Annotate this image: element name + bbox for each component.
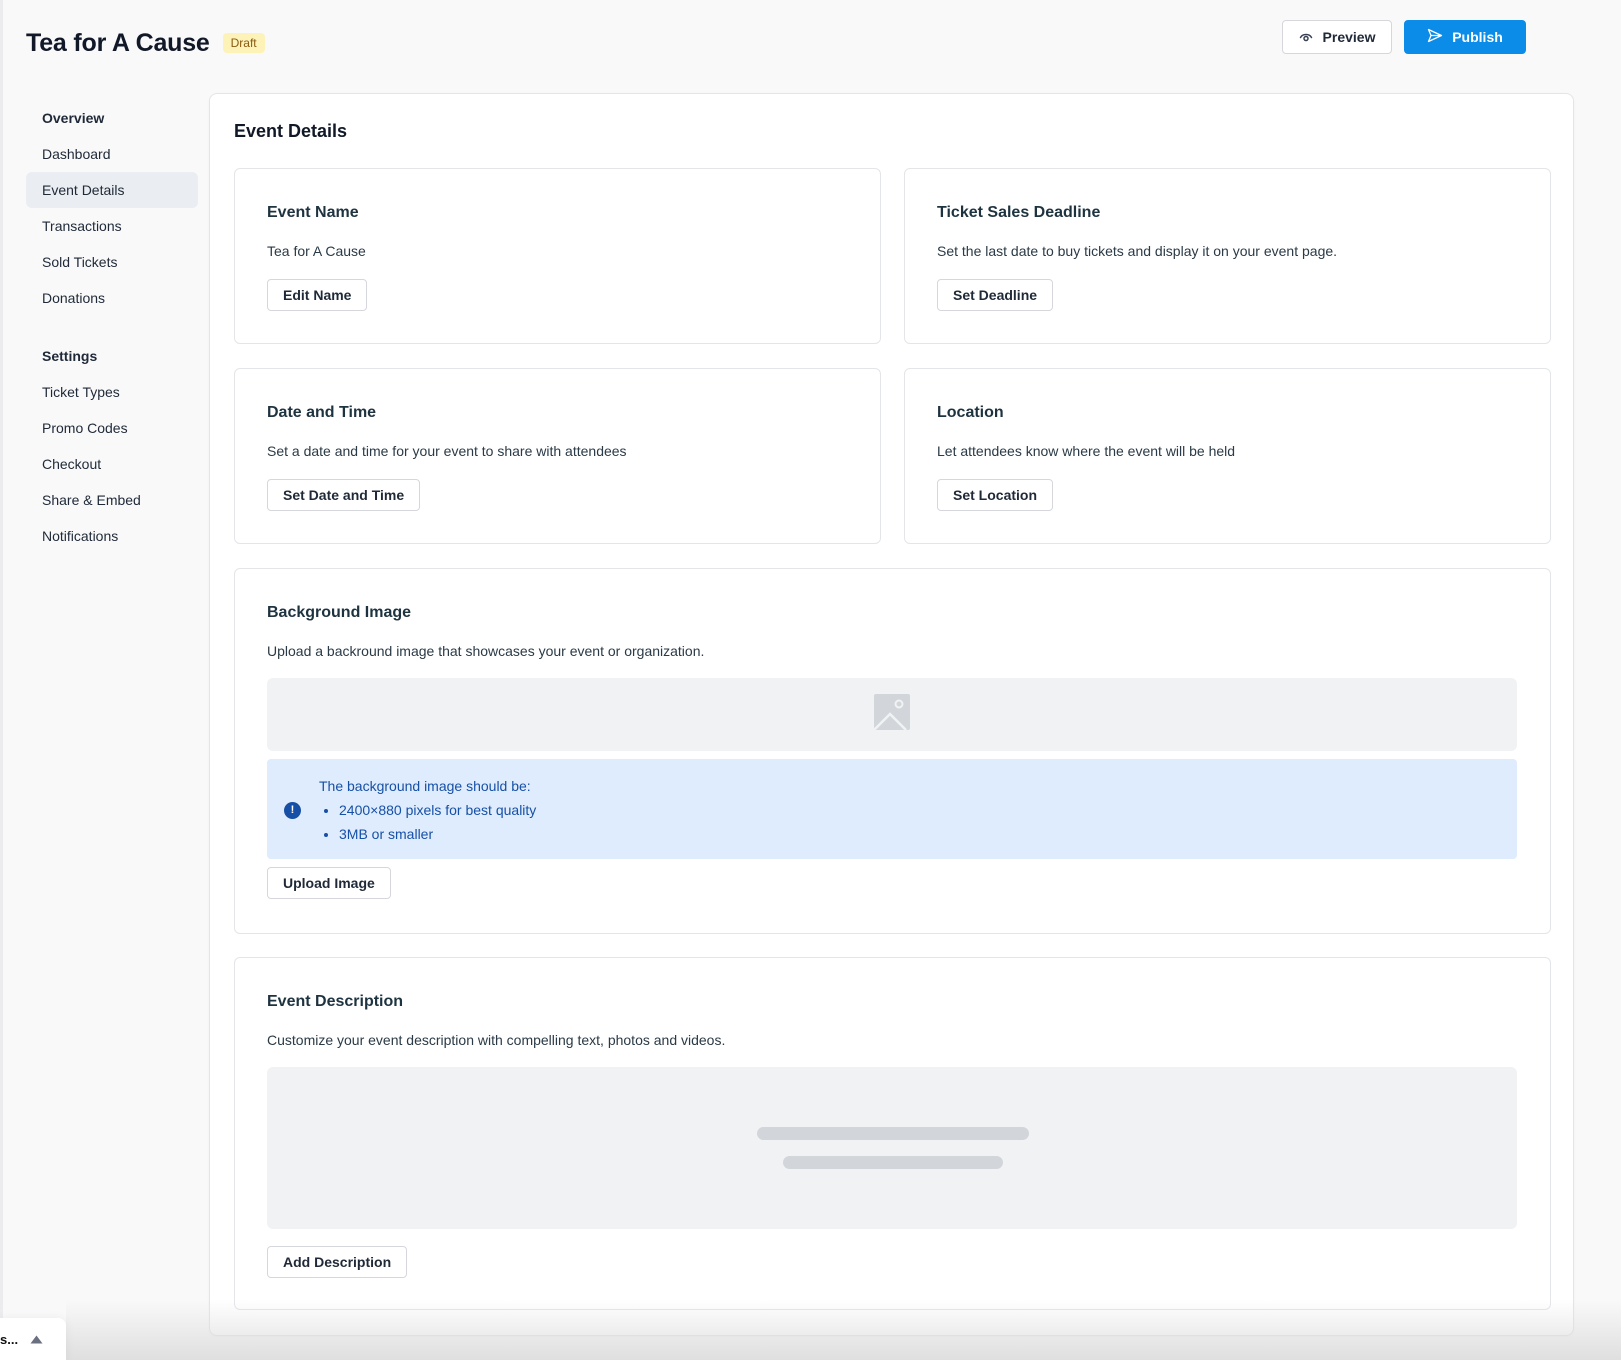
- preview-label: Preview: [1322, 29, 1376, 45]
- panel-title: Event Details: [234, 121, 348, 141]
- event-details-panel: Event Details Event Name Tea for A Cause…: [209, 93, 1574, 1336]
- publish-label: Publish: [1452, 29, 1503, 45]
- preview-button[interactable]: Preview: [1282, 20, 1392, 54]
- card-description: Set a date and time for your event to sh…: [267, 443, 627, 459]
- caret-up-icon: [30, 1332, 43, 1347]
- sidebar-item-transactions[interactable]: Transactions: [26, 208, 198, 244]
- event-name-value: Tea for A Cause: [267, 243, 366, 259]
- sidebar-item-ticket-types[interactable]: Ticket Types: [26, 374, 198, 410]
- location-card: Location Let attendees know where the ev…: [904, 368, 1551, 544]
- sidebar-item-checkout[interactable]: Checkout: [26, 446, 198, 482]
- card-description: Set the last date to buy tickets and dis…: [937, 243, 1338, 259]
- event-description-card: Event Description Customize your event d…: [234, 957, 1551, 1310]
- floating-tab-label: s...: [0, 1331, 19, 1347]
- sidebar-item-event-details[interactable]: Event Details: [26, 172, 198, 208]
- edit-name-button[interactable]: Edit Name: [267, 279, 368, 311]
- skeleton-line: [757, 1127, 1029, 1140]
- card-description: Let attendees know where the event will …: [937, 443, 1236, 459]
- background-image-card: Background Image Upload a backround imag…: [234, 568, 1551, 934]
- sidebar-item-sold-tickets[interactable]: Sold Tickets: [26, 244, 198, 280]
- image-icon: [873, 693, 911, 736]
- background-image-placeholder[interactable]: [267, 678, 1517, 751]
- card-title: Location: [937, 404, 1004, 421]
- info-icon: !: [284, 802, 301, 819]
- set-location-button[interactable]: Set Location: [937, 479, 1054, 511]
- info-list-item: 2400×880 pixels for best quality: [339, 801, 536, 825]
- info-list-item: 3MB or smaller: [339, 825, 536, 849]
- info-list: 2400×880 pixels for best quality 3MB or …: [339, 801, 536, 849]
- add-description-button[interactable]: Add Description: [267, 1246, 408, 1278]
- sidebar-item-dashboard[interactable]: Dashboard: [26, 136, 198, 172]
- image-requirements-info: ! The background image should be: 2400×8…: [267, 759, 1517, 859]
- eye-icon: [1299, 29, 1313, 45]
- floating-widget-tab[interactable]: s...: [0, 1318, 66, 1360]
- set-deadline-button[interactable]: Set Deadline: [937, 279, 1054, 311]
- card-title: Event Name: [267, 204, 359, 221]
- sidebar-heading-overview: Overview: [42, 110, 105, 126]
- card-title: Background Image: [267, 604, 412, 621]
- header-actions: Preview Publish: [1282, 20, 1526, 54]
- send-icon: [1427, 28, 1443, 46]
- page-header: Tea for A Cause Draft Preview Publish: [26, 18, 1621, 68]
- sidebar-item-donations[interactable]: Donations: [26, 280, 198, 316]
- info-heading: The background image should be:: [319, 778, 531, 794]
- publish-button[interactable]: Publish: [1404, 20, 1526, 54]
- event-name-card: Event Name Tea for A Cause Edit Name: [234, 168, 881, 344]
- card-title: Event Description: [267, 993, 404, 1010]
- sidebar-item-share-embed[interactable]: Share & Embed: [26, 482, 198, 518]
- card-title: Ticket Sales Deadline: [937, 204, 1101, 221]
- card-title: Date and Time: [267, 404, 377, 421]
- sidebar-item-promo-codes[interactable]: Promo Codes: [26, 410, 198, 446]
- page-title: Tea for A Cause: [26, 28, 210, 57]
- set-date-time-button[interactable]: Set Date and Time: [267, 479, 421, 511]
- date-time-card: Date and Time Set a date and time for yo…: [234, 368, 881, 544]
- status-badge: Draft: [222, 33, 265, 53]
- card-description: Customize your event description with co…: [267, 1032, 726, 1048]
- skeleton-line: [783, 1156, 1003, 1169]
- ticket-sales-deadline-card: Ticket Sales Deadline Set the last date …: [904, 168, 1551, 344]
- sidebar: Overview Dashboard Event Details Transac…: [26, 100, 198, 554]
- card-description: Upload a backround image that showcases …: [267, 643, 705, 659]
- upload-image-button[interactable]: Upload Image: [267, 867, 391, 899]
- window-edge: [0, 0, 3, 1360]
- sidebar-heading-settings: Settings: [42, 348, 98, 364]
- sidebar-item-notifications[interactable]: Notifications: [26, 518, 198, 554]
- description-placeholder[interactable]: [267, 1067, 1517, 1229]
